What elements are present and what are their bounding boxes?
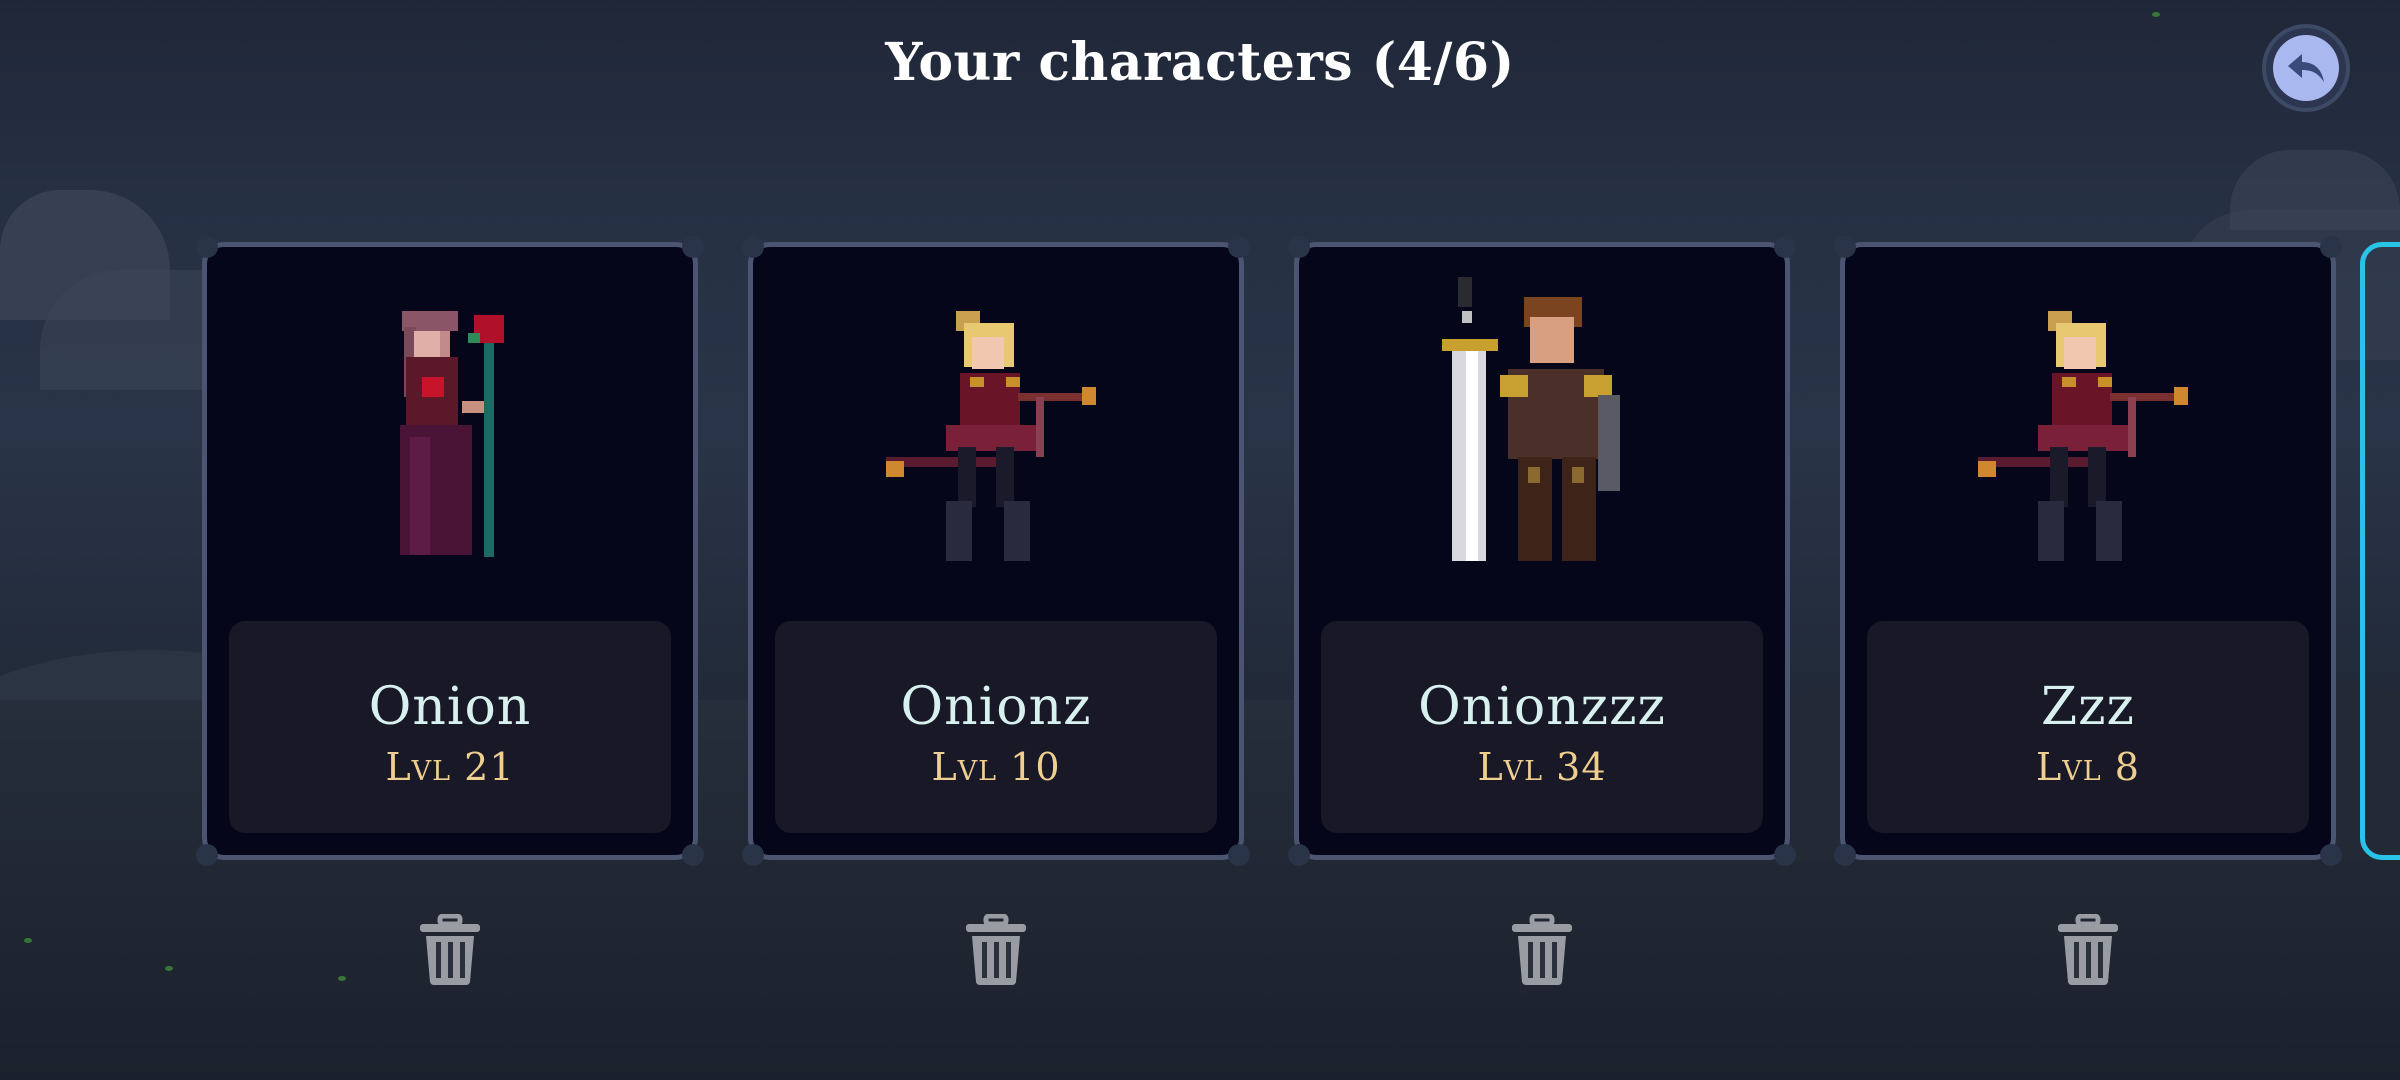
trash-icon <box>2058 914 2118 985</box>
character-name: Onionzzz <box>1418 677 1666 737</box>
character-level: Lvl 21 <box>385 745 515 789</box>
character-info-panel: Zzz Lvl 8 <box>1867 621 2309 833</box>
character-card[interactable]: Onion Lvl 21 <box>196 236 704 866</box>
character-level: Lvl 10 <box>931 745 1061 789</box>
back-arrow-icon <box>2288 54 2324 82</box>
next-character-card[interactable] <box>2360 242 2400 860</box>
archer-girl-icon <box>1978 311 2188 561</box>
character-card[interactable]: Onionz Lvl 10 <box>742 236 1250 866</box>
page-title: Your characters (4/6) <box>885 32 1515 93</box>
character-name: Onion <box>368 677 532 737</box>
swordsman-icon <box>1442 277 1620 561</box>
character-name: Zzz <box>2041 677 2135 737</box>
character-level: Lvl 34 <box>1477 745 1607 789</box>
trash-icon <box>420 914 480 985</box>
back-button[interactable] <box>2262 24 2350 112</box>
mage-woman-icon <box>400 311 504 557</box>
character-info-panel: Onionz Lvl 10 <box>775 621 1217 833</box>
character-info-panel: Onionzzz Lvl 34 <box>1321 621 1763 833</box>
character-card[interactable]: Onionzzz Lvl 34 <box>1288 236 1796 866</box>
trash-icon <box>966 914 1026 985</box>
character-name: Onionz <box>900 677 1092 737</box>
trash-icon <box>1512 914 1572 985</box>
archer-girl-icon <box>886 311 1096 561</box>
character-level: Lvl 8 <box>2036 745 2140 789</box>
delete-character-button[interactable] <box>961 912 1031 988</box>
character-card[interactable]: Zzz Lvl 8 <box>1834 236 2342 866</box>
character-info-panel: Onion Lvl 21 <box>229 621 671 833</box>
delete-character-button[interactable] <box>2053 912 2123 988</box>
delete-character-button[interactable] <box>1507 912 1577 988</box>
delete-character-button[interactable] <box>415 912 485 988</box>
